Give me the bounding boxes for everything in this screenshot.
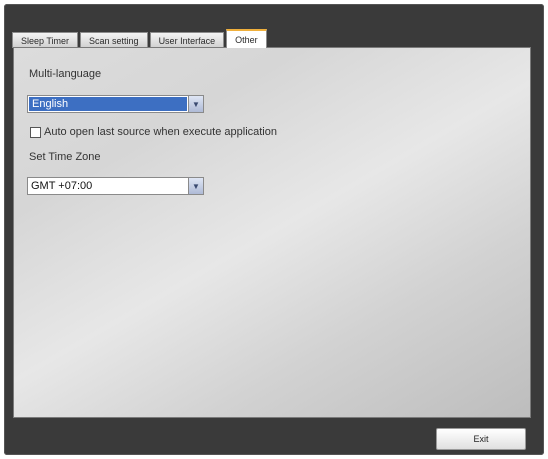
- multi-language-label: Multi-language: [29, 68, 102, 80]
- time-zone-select-value: GMT +07:00: [31, 180, 93, 192]
- auto-open-option[interactable]: Auto open last source when execute appli…: [30, 126, 277, 138]
- tab-other[interactable]: Other: [226, 29, 267, 48]
- settings-tab-bar: Sleep Timer Scan setting User Interface …: [12, 28, 269, 48]
- language-select-value: English: [29, 97, 187, 111]
- tab-user-interface[interactable]: User Interface: [149, 32, 225, 48]
- tab-scan-setting[interactable]: Scan setting: [80, 32, 148, 48]
- time-zone-label: Set Time Zone: [29, 151, 101, 163]
- time-zone-select[interactable]: GMT +07:00 ▼: [27, 177, 204, 195]
- checkbox-icon[interactable]: [30, 126, 41, 138]
- dropdown-arrow-icon[interactable]: ▼: [188, 178, 203, 194]
- language-select[interactable]: English ▼: [27, 95, 204, 113]
- tab-sleep-timer[interactable]: Sleep Timer: [12, 32, 79, 48]
- exit-button[interactable]: Exit: [436, 428, 526, 450]
- auto-open-label: Auto open last source when execute appli…: [44, 126, 277, 138]
- dropdown-arrow-icon[interactable]: ▼: [188, 96, 203, 112]
